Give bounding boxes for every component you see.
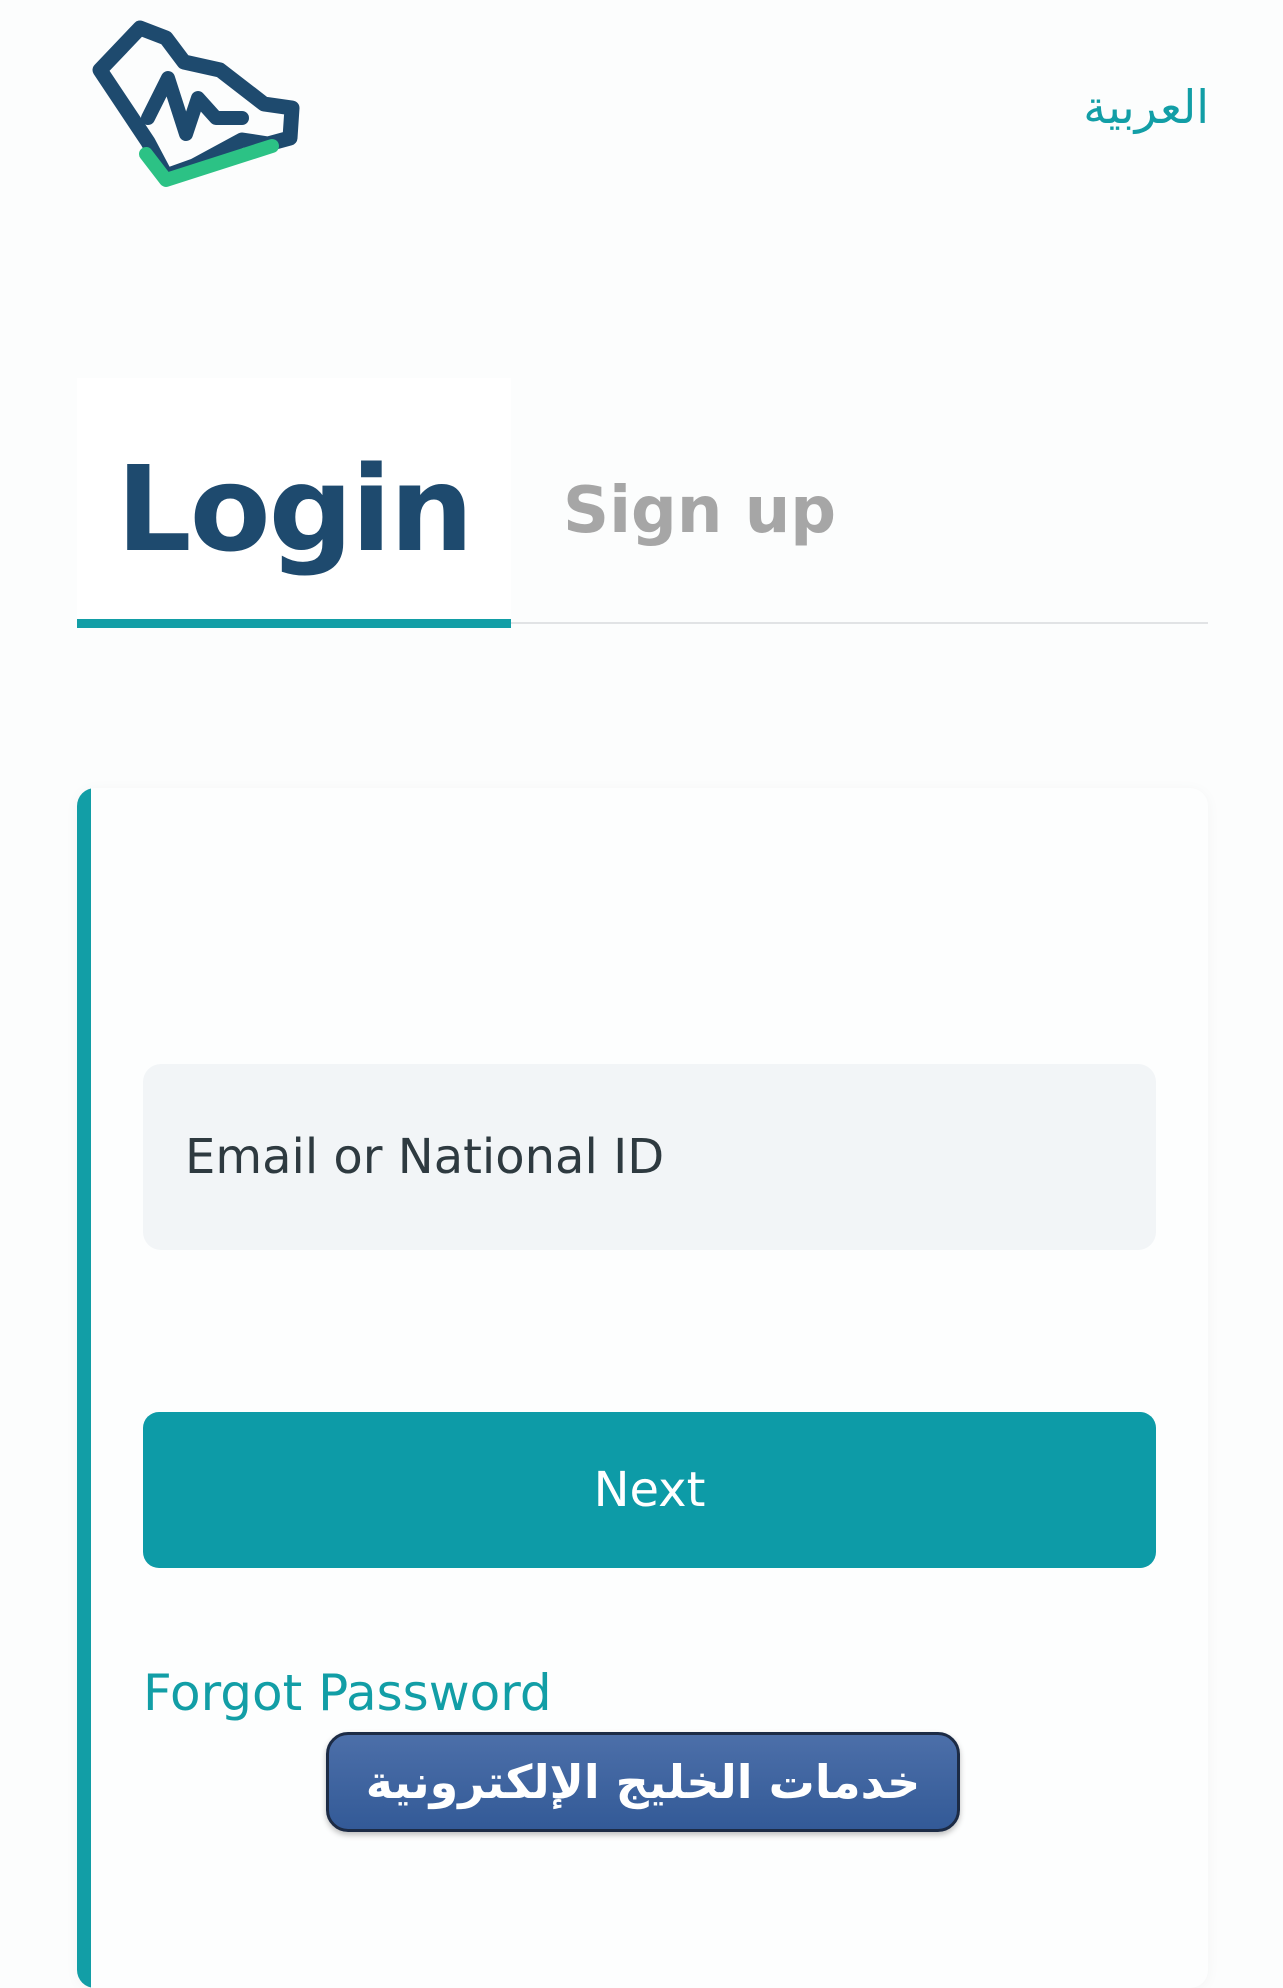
app-header: العربية <box>0 0 1283 230</box>
next-button[interactable]: Next <box>143 1412 1156 1568</box>
active-tab-indicator <box>77 619 511 628</box>
auth-tabs: Login Sign up <box>77 378 1208 634</box>
card-accent-bar <box>77 788 91 1988</box>
watermark-text: خدمات الخليج الإلكترونية <box>365 1755 921 1809</box>
tab-sign-up[interactable]: Sign up <box>563 378 903 624</box>
watermark-badge: خدمات الخليج الإلكترونية <box>326 1732 960 1832</box>
tab-login-label: Login <box>116 440 473 578</box>
logo-icon <box>92 20 300 187</box>
tab-sign-up-label: Sign up <box>563 474 837 548</box>
tab-login[interactable]: Login <box>77 378 511 624</box>
email-or-national-id-input[interactable] <box>143 1064 1156 1250</box>
forgot-password-link[interactable]: Forgot Password <box>143 1664 552 1722</box>
language-switch-link[interactable]: العربية <box>1083 80 1209 134</box>
next-button-label: Next <box>593 1462 706 1518</box>
